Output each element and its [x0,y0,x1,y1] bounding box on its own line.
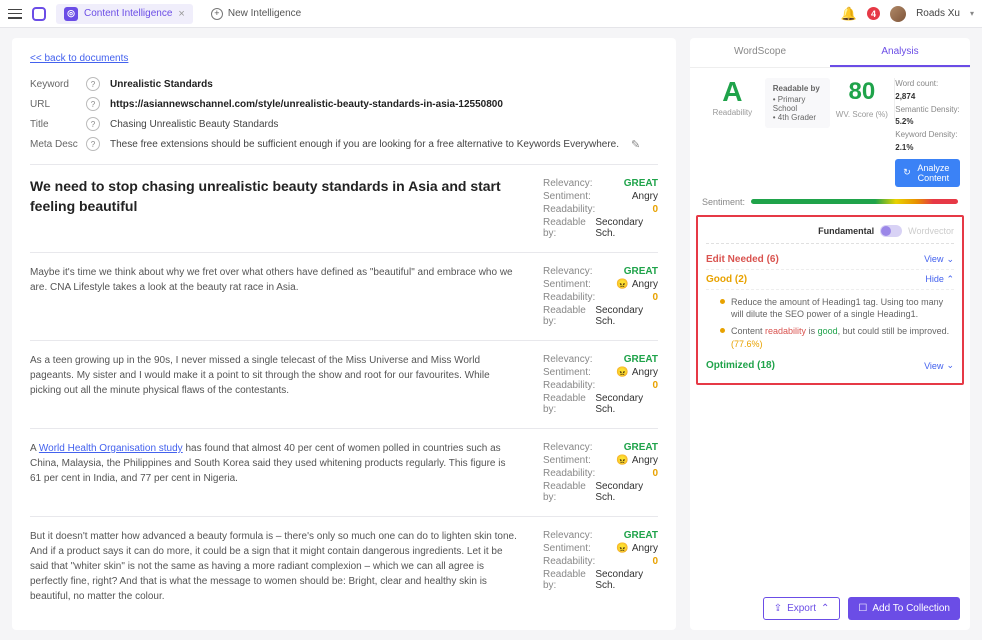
content-heading: We need to stop chasing unrealistic beau… [30,177,519,240]
wv-score: 80 WV. Score (%) [830,78,896,119]
chevron-up-icon: ⌃ [946,274,954,284]
tab-wordscope[interactable]: WordScope [690,38,830,67]
category-good[interactable]: Good (2) Hide ⌃ [706,270,954,290]
score-summary: A Readability Readable by Primary School… [690,68,970,197]
meta-keyword-label: Keyword [30,79,86,90]
category-edit-needed[interactable]: Edit Needed (6) View ⌄ [706,250,954,270]
divider [30,516,658,517]
content-block: But it doesn't matter how advanced a bea… [30,529,658,604]
meta-url-value: https://asiannewschannel.com/style/unrea… [110,99,503,110]
tab-app-icon: ◎ [64,7,78,21]
close-icon[interactable]: × [178,8,184,20]
angry-emoji-icon: 😠 [616,367,628,378]
sentiment-bar [751,199,958,204]
plus-circle-icon: + [211,8,223,20]
edit-pencil-icon[interactable]: ✎ [631,138,640,151]
back-to-documents-link[interactable]: << back to documents [30,53,128,64]
export-icon: ⇪ [774,603,782,614]
refresh-icon: ↻ [903,167,911,178]
topbar-left: ◎ Content Intelligence × + New Intellige… [8,4,309,24]
meta-desc-label: Meta Desc [30,139,86,150]
meta-table: Keyword ? Unrealistic Standards URL ? ht… [30,74,658,154]
chevron-down-icon: ⌄ [946,254,954,265]
meta-url-label: URL [30,99,86,110]
help-icon[interactable]: ? [86,77,100,91]
content-block: As a teen growing up in the 90s, I never… [30,353,658,416]
angry-emoji-icon: 😠 [616,543,628,554]
content-block: A World Health Organisation study has fo… [30,441,658,504]
meta-title-label: Title [30,119,86,130]
block-metrics: Relevancy:GREAT Sentiment:Angry Readabil… [543,177,658,240]
block-metrics: Relevancy:GREAT Sentiment:😠Angry Readabi… [543,441,658,504]
fundamental-toggle[interactable] [880,225,902,237]
app-logo-icon[interactable] [32,7,46,21]
divider [30,252,658,253]
paragraph: A World Health Organisation study has fo… [30,441,519,504]
meta-title-value: Chasing Unrealistic Beauty Standards [110,119,278,130]
who-study-link[interactable]: World Health Organisation study [39,443,183,454]
tab-analysis[interactable]: Analysis [830,38,970,67]
bell-icon[interactable]: 🔔 [841,6,857,22]
menu-icon[interactable] [8,9,22,19]
help-icon[interactable]: ? [86,97,100,111]
new-intelligence-label: New Intelligence [228,8,301,19]
bookmark-icon: ☐ [858,603,867,614]
readability-grade: A Readability [700,78,765,117]
angry-emoji-icon: 😠 [616,279,628,290]
analysis-tabs: WordScope Analysis [690,38,970,68]
help-icon[interactable]: ? [86,137,100,151]
chevron-up-icon: ⌃ [821,603,829,614]
workspace: << back to documents Keyword ? Unrealist… [0,28,982,640]
meta-desc-value: These free extensions should be sufficie… [110,138,640,151]
new-intelligence-button[interactable]: + New Intelligence [203,5,309,23]
export-button[interactable]: ⇪ Export ⌃ [763,597,841,620]
avatar[interactable] [890,6,906,22]
document-panel: << back to documents Keyword ? Unrealist… [12,38,676,630]
add-to-collection-button[interactable]: ☐ Add To Collection [848,597,960,620]
panel-footer: ⇪ Export ⌃ ☐ Add To Collection [690,587,970,630]
paragraph: Maybe it's time we think about why we fr… [30,265,519,328]
paragraph: But it doesn't matter how advanced a bea… [30,529,519,604]
analysis-panel: WordScope Analysis A Readability Readabl… [690,38,970,630]
tab-content-intelligence[interactable]: ◎ Content Intelligence × [56,4,193,24]
block-metrics: Relevancy:GREAT Sentiment:😠Angry Readabi… [543,265,658,328]
meta-desc-row: Meta Desc ? These free extensions should… [30,134,658,154]
sentiment-row: Sentiment: [690,197,970,215]
help-icon[interactable]: ? [86,117,100,131]
divider [30,428,658,429]
meta-keyword-value: Unrealistic Standards [110,79,213,90]
divider [30,164,658,165]
content-block: We need to stop chasing unrealistic beau… [30,177,658,240]
angry-emoji-icon: 😠 [616,455,628,466]
meta-keyword-row: Keyword ? Unrealistic Standards [30,74,658,94]
notification-badge[interactable]: 4 [867,7,880,20]
content-block: Maybe it's time we think about why we fr… [30,265,658,328]
readable-by-box: Readable by Primary School 4th Grader [765,78,830,128]
hint-item: Reduce the amount of Heading1 tag. Using… [720,294,954,323]
chevron-down-icon[interactable]: ▾ [970,9,974,18]
stats-column: Word count: 2,874 Semantic Density: 5.2%… [895,78,960,187]
bullet-icon [720,328,725,333]
divider [30,340,658,341]
recommendations-box: Fundamental Wordvector Edit Needed (6) V… [696,215,964,385]
category-optimized[interactable]: Optimized (18) View ⌄ [706,356,954,375]
block-metrics: Relevancy:GREAT Sentiment:😠Angry Readabi… [543,529,658,604]
bullet-icon [720,299,725,304]
block-metrics: Relevancy:GREAT Sentiment:😠Angry Readabi… [543,353,658,416]
chevron-down-icon: ⌄ [946,360,954,371]
good-hints: Reduce the amount of Heading1 tag. Using… [706,290,954,356]
hint-item: Content readability is good, but could s… [720,323,954,352]
topbar-right: 🔔 4 Roads Xu ▾ [841,6,974,22]
meta-url-row: URL ? https://asiannewschannel.com/style… [30,94,658,114]
h1-text: We need to stop chasing unrealistic beau… [30,177,519,216]
paragraph: As a teen growing up in the 90s, I never… [30,353,519,416]
mode-toggle-row: Fundamental Wordvector [706,225,954,244]
meta-title-row: Title ? Chasing Unrealistic Beauty Stand… [30,114,658,134]
analyze-content-button[interactable]: ↻Analyze Content [895,159,960,187]
topbar: ◎ Content Intelligence × + New Intellige… [0,0,982,28]
username: Roads Xu [916,8,960,19]
tab-label: Content Intelligence [84,8,172,19]
